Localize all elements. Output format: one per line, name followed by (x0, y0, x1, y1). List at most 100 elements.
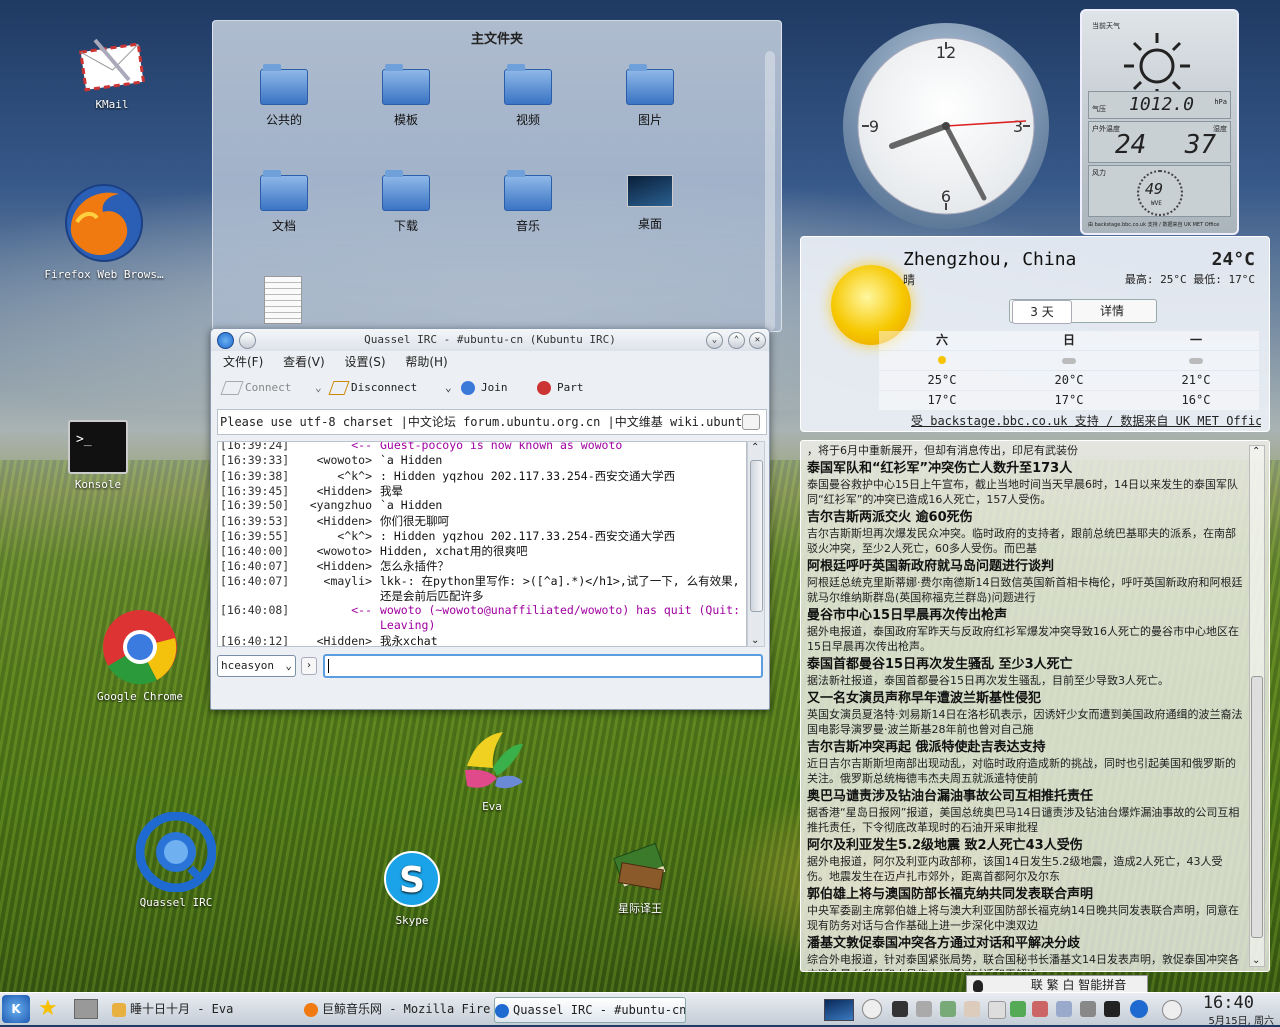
window-menu-icon[interactable] (217, 332, 234, 349)
folder-view-scrollbar[interactable] (765, 51, 775, 331)
quassel-tray-icon[interactable] (1130, 1000, 1148, 1018)
chat-view[interactable]: [16:39:24] <-- Guest-pocoyo is now known a… (217, 441, 747, 647)
chat-tray-icon[interactable] (1056, 1001, 1072, 1017)
scroll-up-icon[interactable]: ⌃ (751, 442, 759, 453)
taskbar-time[interactable]: 16:40 (1203, 993, 1254, 1013)
news-headline[interactable]: 阿根廷呼吁英国新政府就马岛问题进行谈判 (807, 558, 1243, 575)
desktop-icon-kmail[interactable]: KMail (42, 36, 182, 111)
news-item[interactable]: 奥巴马谴责涉及钻油台漏油事故公司互相推托责任 据香港“星岛日报网”报道，美国总统奥… (807, 788, 1243, 835)
news-headline[interactable]: 潘基文敦促泰国冲突各方通过对话和平解决分歧 (807, 935, 1243, 952)
mail-tray-icon[interactable] (988, 1001, 1006, 1019)
keyboard-icon[interactable] (892, 1001, 908, 1017)
folder-desktop[interactable]: 桌面 (605, 175, 695, 232)
task-quassel[interactable]: Quassel IRC - #ubuntu-cn (494, 997, 686, 1023)
folder-pictures[interactable]: 图片 (605, 64, 695, 128)
topic-bar[interactable]: Please use utf-8 charset |中文论坛 forum.ubu… (217, 409, 767, 435)
menu-settings[interactable]: 设置(S) (345, 355, 386, 369)
news-item[interactable]: 泰国军队和“红衫军”冲突伤亡人数升至173人 泰国曼谷救护中心15日上午宣布，截止… (807, 460, 1243, 507)
close-button[interactable]: ✕ (749, 332, 766, 349)
folder-templates[interactable]: 模板 (361, 64, 451, 128)
news-scrollbar[interactable]: ⌃ ⌄ (1249, 445, 1265, 967)
show-desktop-icon[interactable] (74, 999, 98, 1019)
folder-documents[interactable]: 文档 (239, 170, 329, 234)
news-item[interactable]: 阿尔及利亚发生5.2级地震 致2人死亡43人受伤 据外电报道，阿尔及利亚内政部称，… (807, 837, 1243, 884)
news-item[interactable]: 泰国首都曼谷15日再次发生骚乱 至少3人死亡 据法新社报道，泰国首都曼谷15日再次… (807, 656, 1243, 688)
forecast-credit-link[interactable]: 受 backstage.bbc.co.uk 支持 / 数据来自 UK MET O… (911, 412, 1261, 429)
tab-3-days[interactable]: 3 天 (1012, 300, 1072, 324)
drive-icon[interactable] (1080, 1001, 1096, 1017)
news-item[interactable]: 郭伯雄上将与澳国防部长福克纳共同发表联合声明 中央军委副主席郭伯雄上将与澳大利亚国… (807, 886, 1243, 933)
menu-help[interactable]: 帮助(H) (405, 355, 447, 369)
folder-videos[interactable]: 视频 (483, 64, 573, 128)
desktop-icon-konsole[interactable]: >_ Konsole (28, 420, 168, 491)
desktop-icon-quassel[interactable]: Quassel IRC (106, 811, 246, 909)
folder-music[interactable]: 音乐 (483, 170, 573, 234)
character-icon[interactable] (1032, 1001, 1048, 1017)
message-nick[interactable]: <wowoto> (298, 453, 372, 467)
menu-view[interactable]: 查看(V) (283, 355, 325, 369)
join-button[interactable]: Join (461, 378, 508, 398)
message-nick[interactable]: <yangzhuo (298, 498, 372, 512)
scroll-down-icon[interactable]: ⌄ (751, 635, 759, 646)
message-nick[interactable]: <wowoto> (298, 544, 372, 558)
news-item[interactable]: 潘基文敦促泰国冲突各方通过对话和平解决分歧 综合外电报道，针对泰国紧张局势，联合国… (807, 935, 1243, 971)
message-nick[interactable]: <-- (298, 442, 372, 452)
scroll-thumb[interactable] (750, 460, 763, 612)
star-icon[interactable]: ★ (38, 997, 64, 1021)
message-nick[interactable]: <mayli> (298, 574, 372, 588)
topic-edit-button[interactable] (742, 414, 760, 430)
expand-input-button[interactable]: › (301, 657, 317, 675)
disconnect-dropdown-icon[interactable]: ⌄ (445, 381, 452, 394)
message-nick[interactable]: <Hidden> (298, 484, 372, 498)
message-input[interactable] (323, 654, 763, 678)
maximize-button[interactable]: ⌃ (728, 332, 745, 349)
disconnect-button[interactable]: Disconnect (328, 378, 417, 398)
qq-icon[interactable] (1104, 1001, 1120, 1017)
connect-dropdown-icon[interactable]: ⌄ (315, 381, 322, 394)
message-nick[interactable]: <^k^> (298, 529, 372, 543)
leaf-icon[interactable] (1010, 1001, 1026, 1017)
connect-button[interactable]: Connect (220, 378, 291, 398)
news-headline[interactable]: 曼谷市中心15日早晨再次传出枪声 (807, 607, 1243, 624)
message-nick[interactable]: <-- (298, 603, 372, 617)
tab-details[interactable]: 详情 (1072, 300, 1152, 322)
desktop-icon-firefox[interactable]: Firefox Web Brows… (34, 182, 174, 281)
news-headline[interactable]: 又一名女演员声称早年遭波兰斯基性侵犯 (807, 690, 1243, 707)
pager-icon[interactable] (824, 999, 854, 1021)
minimize-button[interactable]: ⌄ (706, 332, 723, 349)
news-headline[interactable]: 奥巴马谴责涉及钻油台漏油事故公司互相推托责任 (807, 788, 1243, 805)
news-item[interactable]: 吉尔吉斯冲突再起 俄派特使赴吉表达支持 近日吉尔吉斯斯坦南部出现动乱，对临时政府造… (807, 739, 1243, 786)
message-nick[interactable]: <Hidden> (298, 559, 372, 573)
folder-public[interactable]: 公共的 (239, 64, 329, 128)
pin-icon[interactable] (239, 332, 256, 349)
news-item[interactable]: 又一名女演员声称早年遭波兰斯基性侵犯 英国女演员夏洛特·刘易斯14日在洛杉矶表示，… (807, 690, 1243, 737)
chat-scrollbar[interactable]: ⌃ ⌄ (747, 441, 765, 647)
network-icon[interactable] (940, 1001, 956, 1017)
clipboard-icon[interactable] (964, 1001, 980, 1017)
message-nick[interactable]: <Hidden> (298, 634, 372, 646)
play-icon[interactable] (862, 999, 882, 1019)
news-item[interactable]: 曼谷市中心15日早晨再次传出枪声 据外电报道，泰国政府军昨天与反政府红衫军爆发冲突… (807, 607, 1243, 654)
quassel-titlebar[interactable]: Quassel IRC - #ubuntu-cn (Kubuntu IRC) ⌄… (211, 329, 769, 351)
text-file-icon[interactable] (264, 276, 302, 324)
news-item[interactable]: 阿根廷呼吁英国新政府就马岛问题进行谈判 阿根廷总统克里斯蒂娜·费尔南德斯14日致信… (807, 558, 1243, 605)
news-headline[interactable]: 吉尔吉斯两派交火 逾60死伤 (807, 509, 1243, 526)
message-nick[interactable]: <^k^> (298, 469, 372, 483)
news-headline[interactable]: 郭伯雄上将与澳国防部长福克纳共同发表联合声明 (807, 886, 1243, 903)
info-icon[interactable] (1162, 1000, 1182, 1020)
desktop-icon-stardict[interactable]: 星际译王 (570, 836, 710, 916)
task-eva[interactable]: 睡十日十月 - Eva (112, 997, 292, 1021)
scroll-up-icon[interactable]: ⌃ (1252, 446, 1260, 457)
news-headline[interactable]: 泰国军队和“红衫军”冲突伤亡人数升至173人 (807, 460, 1243, 477)
volume-icon[interactable] (916, 1001, 932, 1017)
kde-menu-icon[interactable]: K (2, 995, 30, 1023)
news-scroll-thumb[interactable] (1251, 676, 1263, 938)
desktop-icon-chrome[interactable]: Google Chrome (70, 608, 210, 703)
desktop-icon-skype[interactable]: S Skype (342, 848, 482, 927)
desktop-icon-eva[interactable]: Eva (422, 726, 562, 813)
task-firefox[interactable]: 巨鲸音乐网 - Mozilla Fire (304, 997, 490, 1021)
message-nick[interactable]: <Hidden> (298, 514, 372, 528)
news-headline[interactable]: 泰国首都曼谷15日再次发生骚乱 至少3人死亡 (807, 656, 1243, 673)
menu-file[interactable]: 文件(F) (223, 355, 263, 369)
folder-downloads[interactable]: 下载 (361, 170, 451, 234)
